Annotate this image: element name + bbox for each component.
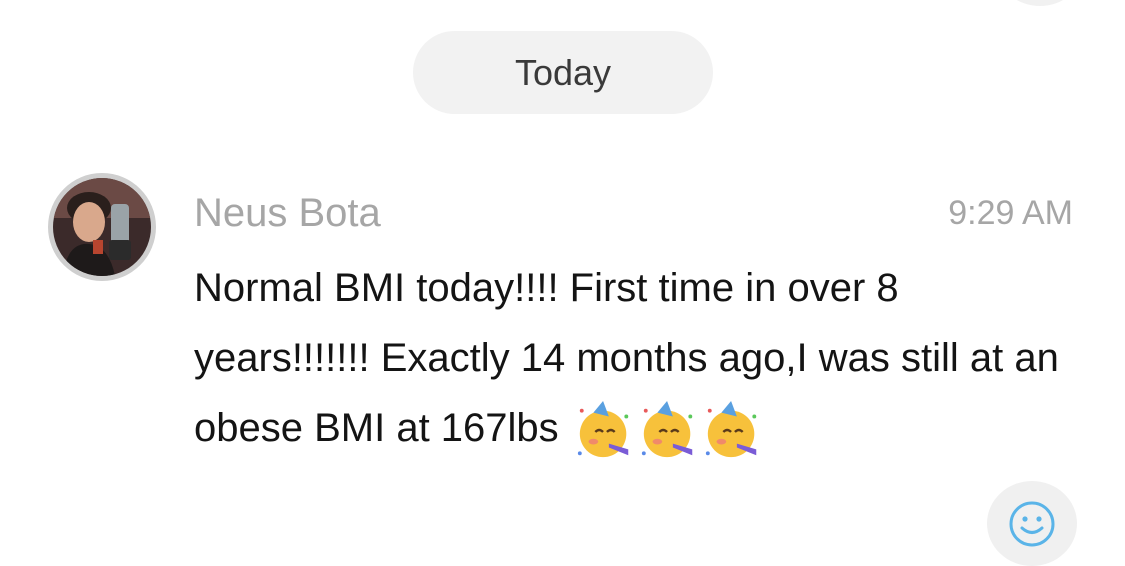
emoji-group xyxy=(574,399,764,461)
partying-face-icon xyxy=(577,401,629,458)
partying-face-icon xyxy=(705,401,757,458)
message-time: 9:29 AM xyxy=(948,194,1073,232)
partial-button-top-right xyxy=(1000,0,1080,6)
date-divider-label: Today xyxy=(514,51,612,93)
smiley-icon xyxy=(1009,501,1055,546)
partying-face-icon xyxy=(641,401,693,458)
message-body: Normal BMI today!!!! First time in over … xyxy=(194,253,1074,463)
date-divider: Today xyxy=(413,31,713,114)
sender-name[interactable]: Neus Bota xyxy=(194,188,381,238)
avatar-photo xyxy=(53,178,151,276)
add-reaction-button[interactable] xyxy=(987,481,1077,566)
avatar[interactable] xyxy=(48,173,156,281)
